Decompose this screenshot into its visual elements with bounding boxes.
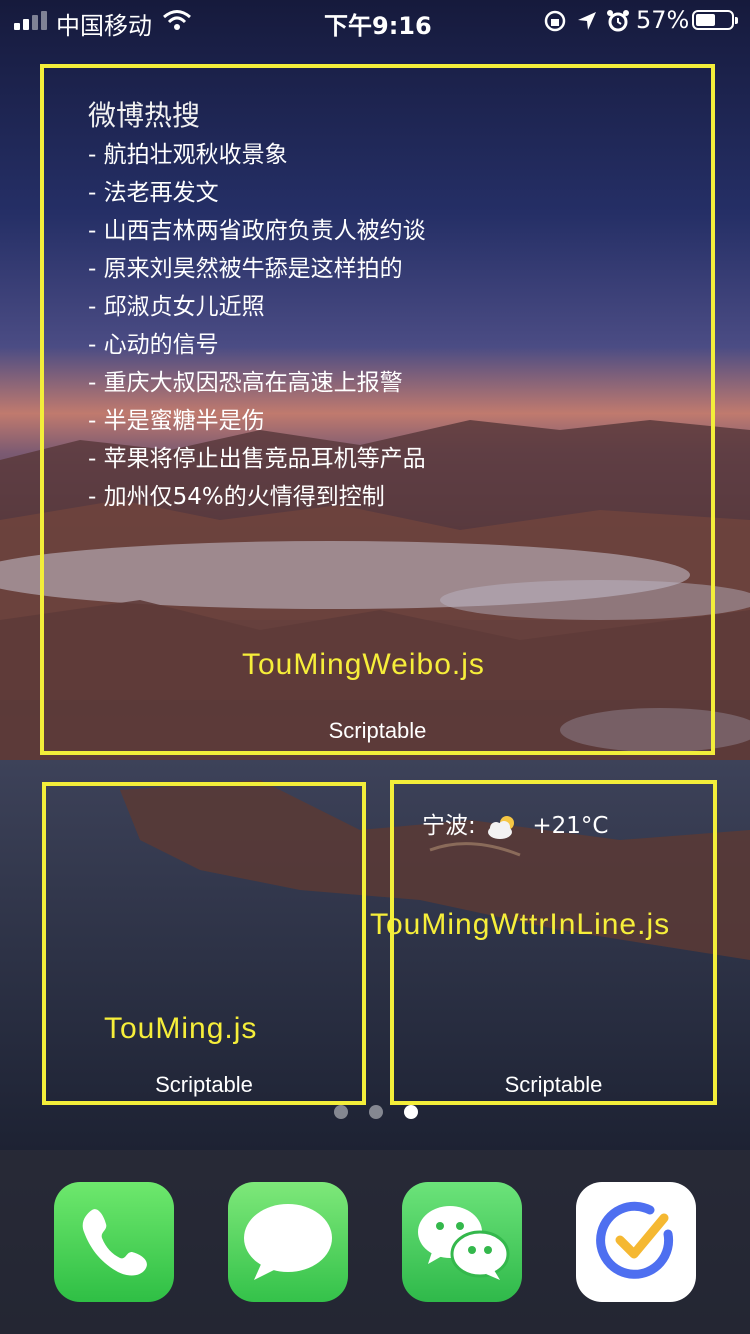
page-dot-active[interactable] bbox=[404, 1105, 418, 1119]
location-arrow-icon bbox=[578, 12, 596, 30]
signal-icon bbox=[14, 10, 50, 30]
weather-widget[interactable]: 宁波: +21°C TouMingWttrInLine.js Scriptabl… bbox=[370, 780, 717, 1105]
alarm-icon bbox=[607, 10, 629, 32]
check-circle-icon bbox=[596, 1201, 674, 1279]
touming-widget[interactable]: TouMing.js Scriptable bbox=[42, 782, 366, 1105]
temperature-label: +21°C bbox=[532, 813, 609, 839]
script-name-label: TouMingWttrInLine.js bbox=[370, 908, 671, 941]
weibo-title: 微博热搜 bbox=[88, 99, 201, 132]
list-item[interactable]: - 心动的信号 bbox=[88, 326, 426, 364]
script-name-label: TouMingWeibo.js bbox=[242, 648, 485, 681]
widget-app-label: Scriptable bbox=[328, 718, 427, 743]
list-item[interactable]: - 重庆大叔因恐高在高速上报警 bbox=[88, 364, 426, 402]
phone-app[interactable] bbox=[54, 1182, 174, 1302]
wifi-icon bbox=[163, 10, 191, 30]
partly-cloudy-icon bbox=[488, 815, 515, 839]
wechat-icon bbox=[418, 1206, 510, 1280]
message-bubble-icon bbox=[244, 1204, 332, 1280]
list-item[interactable]: - 邱淑贞女儿近照 bbox=[88, 288, 426, 326]
battery-fill bbox=[696, 14, 715, 26]
battery-icon bbox=[692, 10, 738, 30]
ticktick-app[interactable] bbox=[576, 1182, 696, 1302]
list-item[interactable]: - 苹果将停止出售竞品耳机等产品 bbox=[88, 440, 426, 478]
widget-app-label: Scriptable bbox=[155, 1072, 253, 1097]
list-item[interactable]: - 航拍壮观秋收景象 bbox=[88, 136, 426, 174]
wechat-app[interactable] bbox=[402, 1182, 522, 1302]
list-item[interactable]: - 加州仅54%的火情得到控制 bbox=[88, 478, 426, 516]
messages-app[interactable] bbox=[228, 1182, 348, 1302]
dock bbox=[0, 1150, 750, 1334]
clock: 下午9:16 bbox=[324, 12, 432, 40]
weibo-widget[interactable]: 微博热搜 - 航拍壮观秋收景象 - 法老再发文 - 山西吉林两省政府负责人被约谈… bbox=[40, 64, 715, 755]
list-item[interactable]: - 法老再发文 bbox=[88, 174, 426, 212]
page-dot[interactable] bbox=[369, 1105, 383, 1119]
city-label: 宁波: bbox=[422, 813, 476, 839]
list-item[interactable]: - 原来刘昊然被牛舔是这样拍的 bbox=[88, 250, 426, 288]
list-item[interactable]: - 半是蜜糖半是伤 bbox=[88, 402, 426, 440]
weather-line: 宁波: +21°C bbox=[422, 806, 608, 840]
script-name-label: TouMing.js bbox=[104, 1012, 258, 1045]
widget-app-label: Scriptable bbox=[504, 1072, 603, 1097]
page-dot[interactable] bbox=[334, 1105, 348, 1119]
weibo-hot-list: - 航拍壮观秋收景象 - 法老再发文 - 山西吉林两省政府负责人被约谈 - 原来… bbox=[88, 136, 426, 516]
battery-percent: 57% bbox=[636, 6, 690, 34]
rotation-lock-icon bbox=[544, 10, 566, 32]
status-bar: 中国移动 下午9:16 57% bbox=[0, 0, 750, 40]
phone-icon bbox=[82, 1209, 147, 1276]
list-item[interactable]: - 山西吉林两省政府负责人被约谈 bbox=[88, 212, 426, 250]
carrier-label: 中国移动 bbox=[56, 12, 152, 40]
